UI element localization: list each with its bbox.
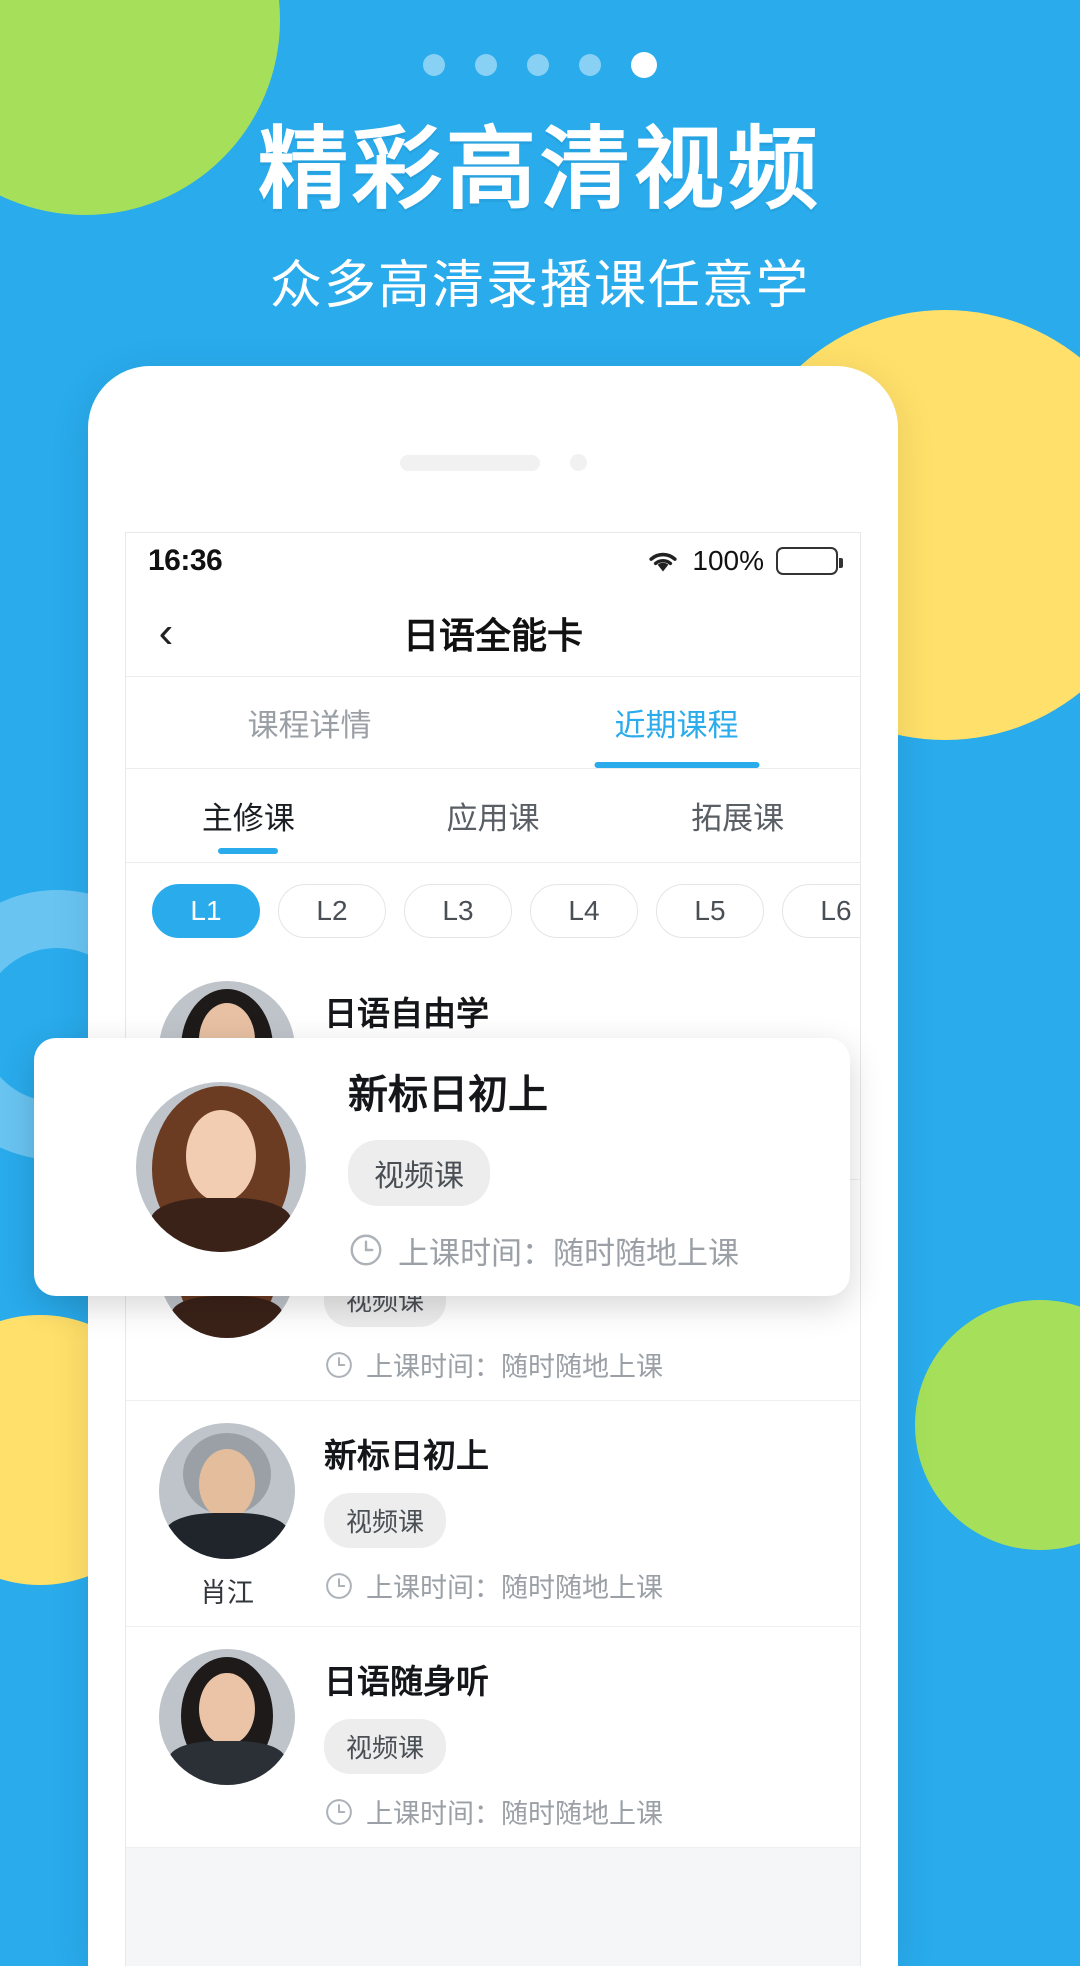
status-right-group: 100% (646, 545, 843, 577)
course-title: 新标日初上 (348, 1072, 548, 1117)
table-row[interactable]: 肖江 新标日初上 视频课 上课时间：随时随地上课 (126, 1401, 860, 1627)
course-time-row: 上课时间：随时随地上课 (324, 1792, 834, 1831)
promo-headline: 精彩高清视频 (258, 117, 822, 222)
page-dot-1[interactable] (423, 54, 445, 76)
avatar-column (152, 1649, 302, 1831)
course-time-label: 上课时间：随时随地上课 (366, 1799, 663, 1829)
phone-notch (88, 454, 898, 471)
teacher-name: 肖江 (200, 1578, 254, 1608)
page-dot-2[interactable] (475, 54, 497, 76)
level-chip-l1[interactable]: L1 (152, 884, 260, 938)
course-time-row: 上课时间：随时随地上课 (324, 1345, 834, 1384)
clock-icon (326, 1798, 352, 1825)
status-badge: 视频课 (324, 1719, 447, 1774)
main-tabs: 课程详情 近期课程 (126, 677, 860, 769)
phone-speaker-icon (399, 454, 540, 471)
clock-icon (326, 1572, 352, 1599)
status-time: 16:36 (148, 544, 223, 577)
avatar-column: 肖江 (152, 1423, 302, 1610)
clock-icon (326, 1351, 352, 1378)
course-time-row: 上课时间：随时随地上课 (348, 1228, 808, 1273)
battery-percent-label: 100% (692, 545, 764, 576)
avatar-face (159, 1423, 295, 1559)
promo-text-block: 精彩高清视频 众多高清录播课任意学 (0, 117, 1080, 318)
clock-icon (350, 1234, 382, 1266)
avatar-face (159, 1649, 295, 1785)
course-time-label: 上课时间：随时随地上课 (398, 1235, 739, 1271)
course-title: 日语自由学 (324, 995, 489, 1032)
level-chip-l4-label: L4 (568, 895, 600, 926)
sub-tabs: 主修课 应用课 拓展课 (126, 769, 860, 863)
wifi-icon (649, 552, 677, 572)
highlighted-course-card[interactable]: 新标日初上 视频课 上课时间：随时随地上课 (34, 1038, 850, 1296)
level-chip-l6-label: L6 (820, 895, 852, 926)
page-dot-3[interactable] (527, 54, 549, 76)
level-chip-l5[interactable]: L5 (656, 884, 764, 938)
page-indicator-dots (0, 52, 1080, 78)
highlighted-course-info: 新标日初上 视频课 上课时间：随时随地上课 (306, 1062, 808, 1273)
phone-camera-icon (569, 454, 587, 471)
page-title: 日语全能卡 (402, 614, 583, 656)
level-chip-l6[interactable]: L6 (782, 884, 860, 938)
level-chip-l5-label: L5 (694, 895, 726, 926)
tab-recent-courses[interactable]: 近期课程 (493, 677, 860, 768)
course-info: 新标日初上 视频课 上课时间：随时随地上课 (302, 1423, 834, 1610)
avatar (159, 1649, 295, 1785)
avatar (159, 1423, 295, 1559)
decor-green-circle-right (915, 1300, 1080, 1550)
level-chip-l1-label: L1 (190, 895, 222, 926)
status-badge: 视频课 (348, 1139, 490, 1206)
course-title: 日语随身听 (324, 1663, 489, 1700)
subtab-major-label: 主修课 (201, 801, 295, 836)
avatar-face (136, 1082, 306, 1252)
status-badge: 视频课 (324, 1493, 447, 1548)
course-info: 日语随身听 视频课 上课时间：随时随地上课 (302, 1649, 834, 1831)
subtab-major[interactable]: 主修课 (126, 769, 371, 862)
page-dot-5[interactable] (631, 52, 657, 78)
level-chip-l3[interactable]: L3 (404, 884, 512, 938)
tab-recent-courses-label: 近期课程 (614, 708, 739, 743)
tab-course-detail[interactable]: 课程详情 (126, 677, 493, 768)
level-chip-row[interactable]: L1 L2 L3 L4 L5 L6 L7 (126, 863, 860, 959)
level-chip-l2-label: L2 (316, 895, 348, 926)
avatar (136, 1082, 306, 1252)
status-bar: 16:36 100% (126, 533, 860, 589)
table-row[interactable]: 日语随身听 视频课 上课时间：随时随地上课 (126, 1627, 860, 1848)
course-title: 新标日初上 (324, 1437, 489, 1474)
course-time-row: 上课时间：随时随地上课 (324, 1566, 834, 1605)
level-chip-l3-label: L3 (442, 895, 474, 926)
page-dot-4[interactable] (579, 54, 601, 76)
course-time-label: 上课时间：随时随地上课 (366, 1573, 663, 1603)
tab-course-detail-label: 课程详情 (247, 708, 372, 743)
course-time-label: 上课时间：随时随地上课 (366, 1352, 663, 1382)
promo-subhead: 众多高清录播课任意学 (269, 255, 810, 316)
subtab-extension[interactable]: 拓展课 (615, 769, 860, 862)
battery-full-icon (776, 547, 843, 575)
level-chip-l4[interactable]: L4 (530, 884, 638, 938)
app-navbar: ‹ 日语全能卡 (126, 589, 860, 677)
subtab-extension-label: 拓展课 (691, 801, 785, 836)
level-chip-l2[interactable]: L2 (278, 884, 386, 938)
subtab-applied-label: 应用课 (446, 801, 540, 836)
subtab-applied[interactable]: 应用课 (371, 769, 616, 862)
